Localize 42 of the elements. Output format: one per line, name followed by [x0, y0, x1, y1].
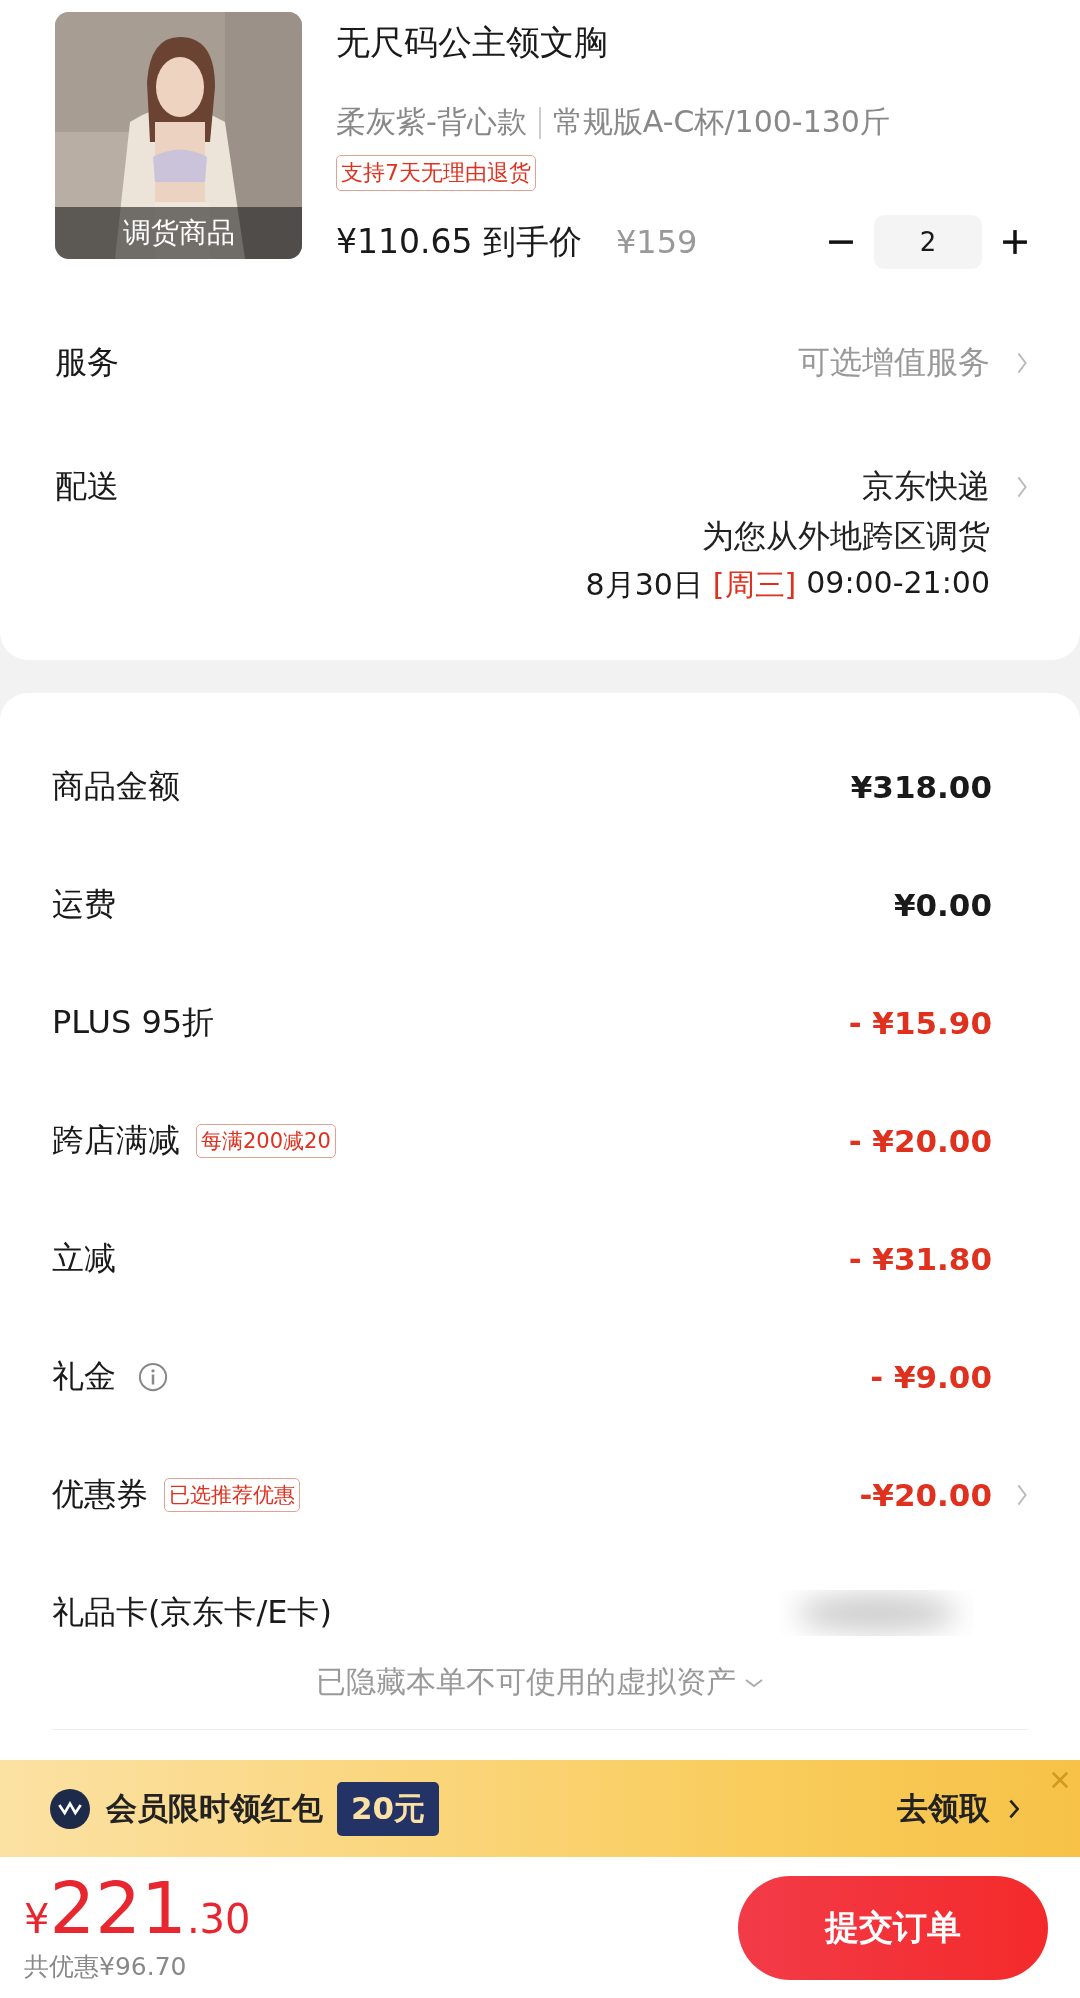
- delivery-time: 09:00-21:00: [806, 565, 990, 602]
- service-label: 服务: [55, 342, 119, 383]
- promo-tag: 每满200减20: [196, 1124, 336, 1158]
- price: ¥110.65 到手价: [336, 220, 582, 263]
- submit-order-button[interactable]: 提交订单: [738, 1875, 1048, 1980]
- chevron-down-icon[interactable]: [744, 1677, 764, 1688]
- summary-label: 礼品卡(京东卡/E卡): [52, 1592, 332, 1633]
- summary-value: ¥0.00: [893, 887, 992, 923]
- plus-icon[interactable]: [1002, 229, 1028, 255]
- total-price: ¥221.30: [24, 1872, 251, 1944]
- summary-value: - ¥31.80: [848, 1241, 992, 1277]
- summary-label: 跨店满减: [52, 1120, 180, 1161]
- product-title: 无尺码公主领文胸: [336, 21, 609, 64]
- delivery-weekday: [周三]: [712, 566, 797, 604]
- claim-link[interactable]: 去领取: [897, 1787, 990, 1830]
- delivery-label: 配送: [55, 466, 119, 507]
- summary-value: - ¥9.00: [870, 1359, 992, 1395]
- summary-label: PLUS 95折: [52, 1002, 215, 1043]
- summary-value: - ¥20.00: [848, 1123, 992, 1159]
- summary-value: -¥20.00: [859, 1477, 992, 1513]
- summary-label: 运费: [52, 884, 116, 925]
- total-savings: 共优惠¥96.70: [24, 1951, 188, 1983]
- delivery-note: 为您从外地跨区调货: [702, 516, 990, 557]
- summary-label: 优惠券: [52, 1474, 148, 1515]
- quantity-field[interactable]: 2: [874, 215, 982, 269]
- summary-value: ¥318.00: [850, 769, 992, 805]
- delivery-date: 8月30日: [585, 566, 703, 604]
- promo-tag: 已选推荐优惠: [164, 1478, 300, 1512]
- product-tag: 调货商品: [55, 207, 302, 259]
- summary-label: 礼金: [52, 1356, 116, 1397]
- summary-label: 立减: [52, 1238, 116, 1279]
- delivery-carrier[interactable]: 京东快递: [862, 465, 990, 509]
- product-spec: 柔灰紫-背心款: [336, 103, 527, 141]
- banner-text: 会员限时领红包: [106, 1788, 323, 1828]
- product-spec: 常规版A-C杯/100-130斤: [552, 103, 890, 141]
- original-price: ¥159: [615, 223, 698, 261]
- summary-label: 商品金额: [52, 766, 180, 807]
- banner-amount: 20元: [337, 1781, 440, 1836]
- promo-banner[interactable]: 会员限时领红包 20元 去领取: [0, 1760, 1080, 1857]
- info-icon[interactable]: [138, 1362, 168, 1392]
- return-badge: 支持7天无理由退货: [336, 155, 536, 191]
- summary-value: - ¥15.90: [848, 1005, 992, 1041]
